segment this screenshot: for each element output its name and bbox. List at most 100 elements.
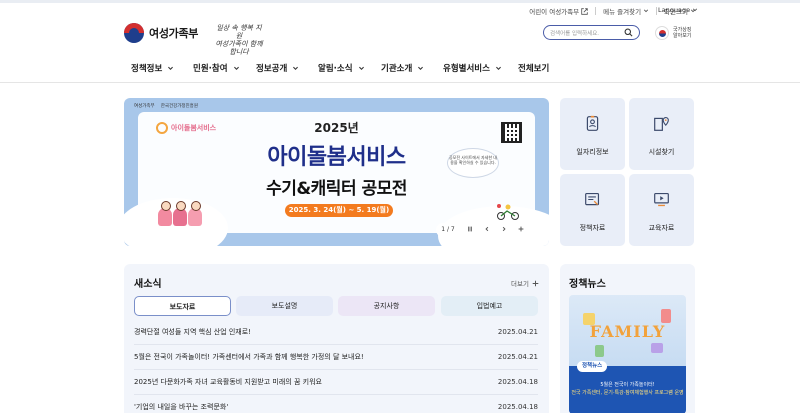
gnb-label: 정책정보 [131,64,163,74]
chevron-down-icon [692,8,698,12]
qr-note: 공모전 사이트에서 자세한 내용을 확인하실 수 있습니다. [447,148,499,178]
news-row[interactable]: 경력단절 여성들 지역 핵심 산업 인재로! 2025.04.21 [134,320,538,345]
chevron-down-icon [233,66,239,70]
gnb-item-policy[interactable]: 정책정보 [131,62,174,74]
gnb-item-disclosure[interactable]: 정보공개 [256,62,299,74]
policy-news-section: 정책뉴스 FAMILY 정책뉴스 5월은 전국이 가족놀이터! 전국 가족센터,… [560,264,695,413]
gnb-item-news[interactable]: 알림·소식 [318,62,365,74]
chevron-down-icon [418,66,424,70]
favorites-label: 메뉴 즐겨찾기 [603,8,642,16]
chevron-down-icon [358,66,364,70]
national-symbol-link[interactable]: 국가상징 알아보기 [655,26,691,40]
kids-site-link[interactable]: 어린이 여성가족부 [529,6,588,16]
chevron-down-icon [495,66,501,70]
gnb-item-all[interactable]: 전체보기 [518,62,549,74]
search-icon[interactable] [624,28,633,37]
chevron-right-icon [502,226,506,232]
qr-code-icon [501,122,522,143]
tab-press-release[interactable]: 보도자료 [134,296,231,316]
gnb-label: 알림·소식 [318,64,353,74]
site-header: 여성가족부 일상 속 행복 지원 여성가족이 함께 합니다 검색어를 입력하세요… [0,22,800,56]
gnb-label: 민원·참여 [193,64,228,74]
kids-site-label: 어린이 여성가족부 [529,8,580,16]
banner-controls: 1 / 7 [436,223,528,237]
news-row-title: 5월은 전국이 가족놀이터! 가족센터에서 가족과 함께 행복한 가정의 달 보… [134,353,364,361]
quick-link-jobs[interactable]: 일자리정보 [560,98,625,170]
utility-bar: 어린이 여성가족부 메뉴 즐겨찾기 화면크기 Language [0,0,800,22]
thumbnail-word: FAMILY [589,322,666,341]
quick-link-label: 정책자료 [579,224,606,232]
news-row-date: 2025.04.21 [497,353,538,361]
chevron-down-icon [643,9,649,13]
quick-link-facilities[interactable]: 시설찾기 [629,98,694,170]
quick-link-label: 시설찾기 [648,148,675,156]
pause-button[interactable] [463,223,477,237]
gnb-item-about[interactable]: 기관소개 [381,62,424,74]
job-id-card-icon [586,115,599,131]
news-title: 새소식 [134,279,162,290]
news-row-title: '기업의 내일을 바꾸는 조력문화' [134,403,229,411]
org-ministry: 여성가족부 [134,104,155,109]
news-section: 새소식 더보기 보도자료 보도설명 공지사항 입법예고 경력단절 여성들 지역 … [124,264,549,413]
slogan-line1: 일상 속 행복 지원 [216,24,262,40]
bike-illustration [497,204,519,220]
policy-document-icon [585,192,600,206]
search-box[interactable]: 검색어를 입력하세요. [543,25,640,40]
plus-icon [518,226,524,232]
prev-slide-button[interactable] [480,223,494,237]
thumbnail-tag: 정책뉴스 [577,361,608,372]
facility-map-pin-icon [654,116,669,131]
thumbnail-line2: 전국 가족센터, 문기·특강·참여체험행사 프로그램 운영 [571,390,684,396]
education-video-icon [654,192,669,207]
more-label: 더보기 [511,280,529,288]
tab-legislation[interactable]: 입법예고 [441,296,538,316]
thumbnail-line1: 5월은 전국이 가족놀이터! [600,382,655,388]
tab-notice[interactable]: 공지사항 [338,296,435,316]
news-row-date: 2025.04.18 [497,378,538,386]
chevron-down-icon [293,66,299,70]
quick-link-policy[interactable]: 정책자료 [560,174,625,246]
chevron-down-icon [168,66,174,70]
taegeuk-logo-icon [124,23,144,43]
banner-period: 2025. 3. 24(월) ~ 5. 19(월) [285,204,393,217]
site-logo[interactable]: 여성가족부 [124,23,198,43]
banner-subtitle: 수기&캐릭터 공모전 [266,179,407,199]
gnb-label: 기관소개 [381,64,413,74]
news-row-title: 2025년 다문화가족 자녀 교육활동비 지원받고 미래의 꿈 키워요 [134,378,322,386]
tab-press-explanation[interactable]: 보도설명 [236,296,333,316]
chevron-left-icon [485,226,489,232]
search-input[interactable]: 검색어를 입력하세요. [550,29,624,37]
policy-news-thumbnail[interactable]: FAMILY 정책뉴스 5월은 전국이 가족놀이터! 전국 가족센터, 문기·특… [569,295,686,413]
plus-icon [532,280,539,286]
quick-link-education[interactable]: 교육자료 [629,174,694,246]
news-row[interactable]: '기업의 내일을 바꾸는 조력문화' 2025.04.18 [134,395,538,413]
quick-link-label: 교육자료 [648,224,675,232]
external-link-icon [581,7,588,15]
pause-icon [468,226,472,232]
national-flag-icon [655,26,669,40]
news-row-date: 2025.04.18 [497,403,538,411]
national-symbol-line2: 알아보기 [673,33,692,39]
favorites-menu[interactable]: 메뉴 즐겨찾기 [603,6,649,16]
news-row[interactable]: 2025년 다문화가족 자녀 교육활동비 지원받고 미래의 꿈 키워요 2025… [134,370,538,395]
logo-text: 여성가족부 [149,27,199,40]
policy-news-title: 정책뉴스 [569,279,606,290]
banner-organizations: 여성가족부 한국건강가정진흥원 [134,103,198,109]
language-menu[interactable]: Language [658,6,698,14]
next-slide-button[interactable] [497,223,511,237]
org-agency: 한국건강가정진흥원 [160,104,198,109]
gnb-label: 전체보기 [518,64,550,74]
view-all-slides-button[interactable] [514,223,528,237]
gnb-item-services[interactable]: 유형별서비스 [443,62,502,74]
national-symbol-text: 국가상징 알아보기 [673,27,691,39]
gnb-label: 정보공개 [256,64,288,74]
main-navigation: 정책정보 민원·참여 정보공개 알림·소식 기관소개 유형별서비스 전체보기 [0,52,800,83]
news-more-link[interactable]: 더보기 [511,278,539,288]
news-row-date: 2025.04.21 [497,328,538,336]
banner-pager: 1 / 7 [436,223,460,237]
banner-year: 2025년 [314,121,359,135]
quick-link-label: 일자리정보 [576,148,609,156]
news-row[interactable]: 5월은 전국이 가족놀이터! 가족센터에서 가족과 함께 행복한 가정의 달 보… [134,345,538,370]
top-strip [0,0,800,3]
gnb-item-civil[interactable]: 민원·참여 [193,62,240,74]
